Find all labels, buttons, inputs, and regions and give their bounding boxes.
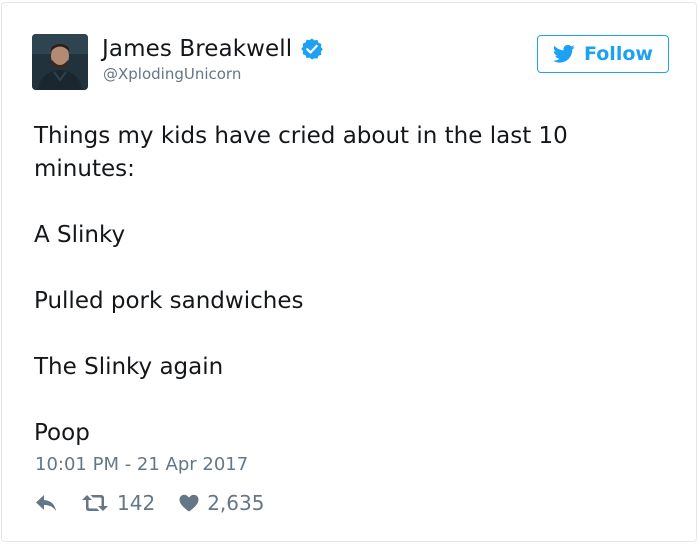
retweet-count: 142 [117,491,156,515]
reply-button[interactable] [35,494,57,512]
tweet-text: Things my kids have cried about in the l… [34,120,654,450]
avatar[interactable] [32,34,88,90]
verified-badge-icon [300,37,324,61]
like-button[interactable]: 2,635 [179,491,264,515]
like-count: 2,635 [207,491,265,515]
tweet-paragraph: Things my kids have cried about in the l… [34,123,568,182]
retweet-button[interactable]: 142 [81,491,155,515]
twitter-bird-icon [553,44,575,63]
author-name[interactable]: James Breakwell [102,36,292,62]
follow-button[interactable]: Follow [537,35,669,73]
tweet-paragraph: A Slinky [34,222,126,248]
follow-button-label: Follow [584,43,653,65]
reply-icon [36,495,56,511]
tweet-card: James Breakwell @XplodingUnicorn Follow … [1,2,697,542]
author-name-row: James Breakwell [102,36,324,62]
tweet-actions: 142 2,635 [35,491,288,515]
tweet-paragraph: Poop [34,420,90,446]
retweet-icon [82,495,108,511]
heart-icon [179,494,199,512]
tweet-timestamp[interactable]: 10:01 PM - 21 Apr 2017 [35,454,248,475]
author-handle[interactable]: @XplodingUnicorn [103,65,241,83]
tweet-paragraph: The Slinky again [34,354,224,380]
tweet-paragraph: Pulled pork sandwiches [34,288,304,314]
avatar-photo [32,34,88,90]
